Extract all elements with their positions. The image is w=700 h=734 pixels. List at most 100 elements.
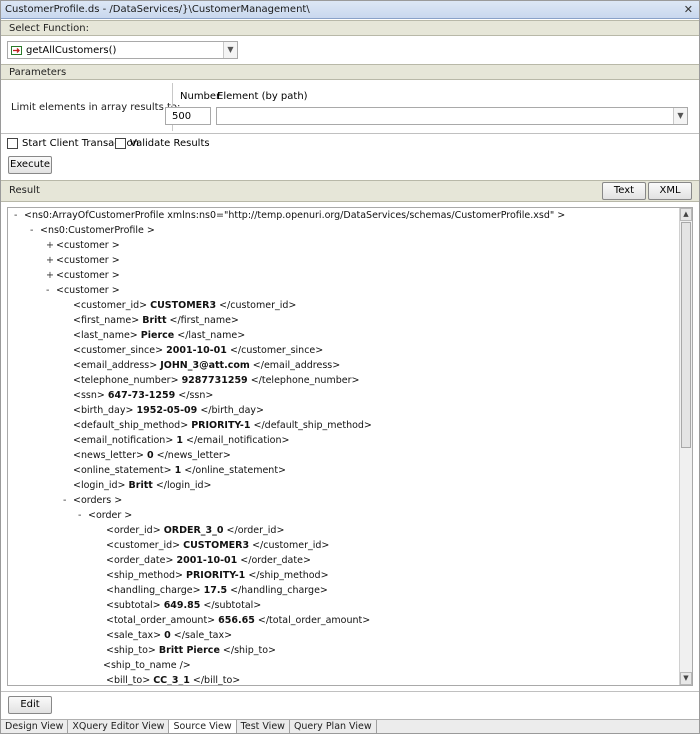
xml-node[interactable]: - <orders >: [63, 493, 122, 508]
xml-node[interactable]: - <ns0:ArrayOfCustomerProfile xmlns:ns0="…: [14, 208, 565, 223]
close-icon[interactable]: ✕: [684, 3, 693, 16]
xml-value: ORDER_3_0: [163, 525, 224, 536]
tab-xquery-editor-view[interactable]: XQuery Editor View: [68, 720, 170, 733]
xml-open-tag: <ship_method>: [106, 570, 183, 581]
collapse-icon[interactable]: -: [14, 208, 24, 223]
scroll-thumb[interactable]: [681, 222, 691, 448]
chevron-down-icon[interactable]: ▼: [673, 108, 687, 124]
collapse-icon[interactable]: -: [30, 223, 40, 238]
xml-close-tag: </email_notification>: [185, 435, 290, 446]
xml-node: <online_statement> 1 </online_statement>: [63, 463, 286, 478]
xml-close-tag: </birth_day>: [200, 405, 264, 416]
number-input[interactable]: [165, 107, 211, 125]
chevron-down-icon[interactable]: ▼: [223, 42, 237, 58]
xml-value: Britt: [128, 480, 153, 491]
xml-close-tag: </email_address>: [252, 360, 341, 371]
tab-query-plan-view[interactable]: Query Plan View: [290, 720, 377, 733]
xml-open-tag: <last_name>: [73, 330, 138, 341]
xml-node: <email_notification> 1 </email_notificat…: [63, 433, 289, 448]
validate-results-checkbox[interactable]: Validate Results: [115, 138, 210, 149]
xml-value: 649.85: [163, 600, 201, 611]
edit-button[interactable]: Edit: [8, 696, 52, 714]
result-panel[interactable]: - <ns0:ArrayOfCustomerProfile xmlns:ns0="…: [7, 207, 693, 686]
scroll-down-icon[interactable]: ▼: [680, 672, 692, 685]
xml-value: CC_3_1: [153, 675, 190, 686]
xml-open-tag: <subtotal>: [106, 600, 161, 611]
xml-tag: <customer >: [56, 270, 120, 281]
xml-tag: <ns0:ArrayOfCustomerProfile xmlns:ns0="h…: [24, 210, 566, 221]
xml-close-tag: </ssn>: [178, 390, 214, 401]
xml-view-button[interactable]: XML: [648, 182, 692, 200]
xml-value: 656.65: [218, 615, 255, 626]
xml-node: <customer_since> 2001-10-01 </customer_s…: [63, 343, 323, 358]
xml-node[interactable]: - <order >: [78, 508, 132, 523]
xml-close-tag: </handling_charge>: [230, 585, 328, 596]
xml-node: <order_date> 2001-10-01 </order_date>: [96, 553, 311, 568]
xml-close-tag: </order_date>: [240, 555, 311, 566]
xml-tag: <ship_to_name />: [103, 660, 191, 671]
xml-node[interactable]: - <ns0:CustomerProfile >: [30, 223, 155, 238]
xml-value: 647-73-1259: [107, 390, 176, 401]
xml-node: <customer_id> CUSTOMER3 </customer_id>: [96, 538, 329, 553]
xml-close-tag: </news_letter>: [156, 450, 231, 461]
tab-design-view[interactable]: Design View: [1, 720, 69, 733]
xml-open-tag: <sale_tax>: [106, 630, 162, 641]
xml-close-tag: </ship_to>: [222, 645, 276, 656]
vertical-scrollbar[interactable]: ▲ ▼: [679, 208, 692, 685]
xml-value: 17.5: [203, 585, 228, 596]
xml-value: 1: [174, 465, 182, 476]
collapse-icon[interactable]: -: [63, 493, 73, 508]
xml-node[interactable]: - <customer >: [46, 283, 120, 298]
collapse-icon[interactable]: -: [78, 508, 88, 523]
xml-value: Britt Pierce: [158, 645, 220, 656]
parameters-label: Parameters: [9, 67, 67, 78]
xml-node: <last_name> Pierce </last_name>: [63, 328, 245, 343]
expand-icon[interactable]: +: [46, 253, 56, 268]
xml-node[interactable]: + <customer >: [46, 253, 120, 268]
xml-open-tag: <first_name>: [73, 315, 140, 326]
xml-open-tag: <email_notification>: [73, 435, 174, 446]
xml-open-tag: <customer_since>: [73, 345, 164, 356]
xml-value: 1952-05-09: [136, 405, 198, 416]
xml-close-tag: </default_ship_method>: [253, 420, 372, 431]
checkbox-box[interactable]: [115, 138, 126, 149]
select-function-label: Select Function:: [9, 23, 89, 34]
xml-open-tag: <customer_id>: [106, 540, 181, 551]
xml-node: <default_ship_method> PRIORITY-1 </defau…: [63, 418, 372, 433]
xml-close-tag: </bill_to>: [192, 675, 241, 686]
xml-open-tag: <news_letter>: [73, 450, 144, 461]
xml-node: <email_address> JOHN_3@att.com </email_a…: [63, 358, 340, 373]
scroll-up-icon[interactable]: ▲: [680, 208, 692, 221]
divider: [1, 133, 699, 134]
xml-value: Pierce: [140, 330, 175, 341]
xml-node[interactable]: + <customer >: [46, 268, 120, 283]
text-view-button[interactable]: Text: [602, 182, 646, 200]
xml-open-tag: <ssn>: [73, 390, 105, 401]
xml-node: <total_order_amount> 656.65 </total_orde…: [96, 613, 370, 628]
tab-test-view[interactable]: Test View: [237, 720, 290, 733]
xml-node[interactable]: + <customer >: [46, 238, 120, 253]
xml-value: 0: [164, 630, 171, 641]
xml-open-tag: <telephone_number>: [73, 375, 179, 386]
xml-node: <customer_id> CUSTOMER3 </customer_id>: [63, 298, 296, 313]
xml-tag: <order >: [88, 510, 133, 521]
xml-value: CUSTOMER3: [183, 540, 250, 551]
tab-source-view[interactable]: Source View: [169, 720, 237, 733]
execute-button[interactable]: Execute: [8, 156, 52, 174]
collapse-icon[interactable]: -: [46, 283, 56, 298]
xml-close-tag: </ship_method>: [248, 570, 329, 581]
expand-icon[interactable]: +: [46, 268, 56, 283]
element-column-label: Element (by path): [217, 91, 308, 102]
checkbox-box[interactable]: [7, 138, 18, 149]
element-path-select[interactable]: ▼: [216, 107, 688, 125]
xml-value: JOHN_3@att.com: [160, 360, 250, 371]
xml-value: 1: [176, 435, 183, 446]
xml-node: <bill_to> CC_3_1 </bill_to>: [96, 673, 241, 686]
xml-close-tag: </total_order_amount>: [257, 615, 371, 626]
select-function-header: Select Function:: [1, 20, 699, 36]
function-select[interactable]: getAllCustomers() ▼: [7, 41, 238, 59]
xml-open-tag: <bill_to>: [106, 675, 151, 686]
expand-icon[interactable]: +: [46, 238, 56, 253]
xml-open-tag: <total_order_amount>: [106, 615, 216, 626]
xml-node: <sale_tax> 0 </sale_tax>: [96, 628, 232, 643]
